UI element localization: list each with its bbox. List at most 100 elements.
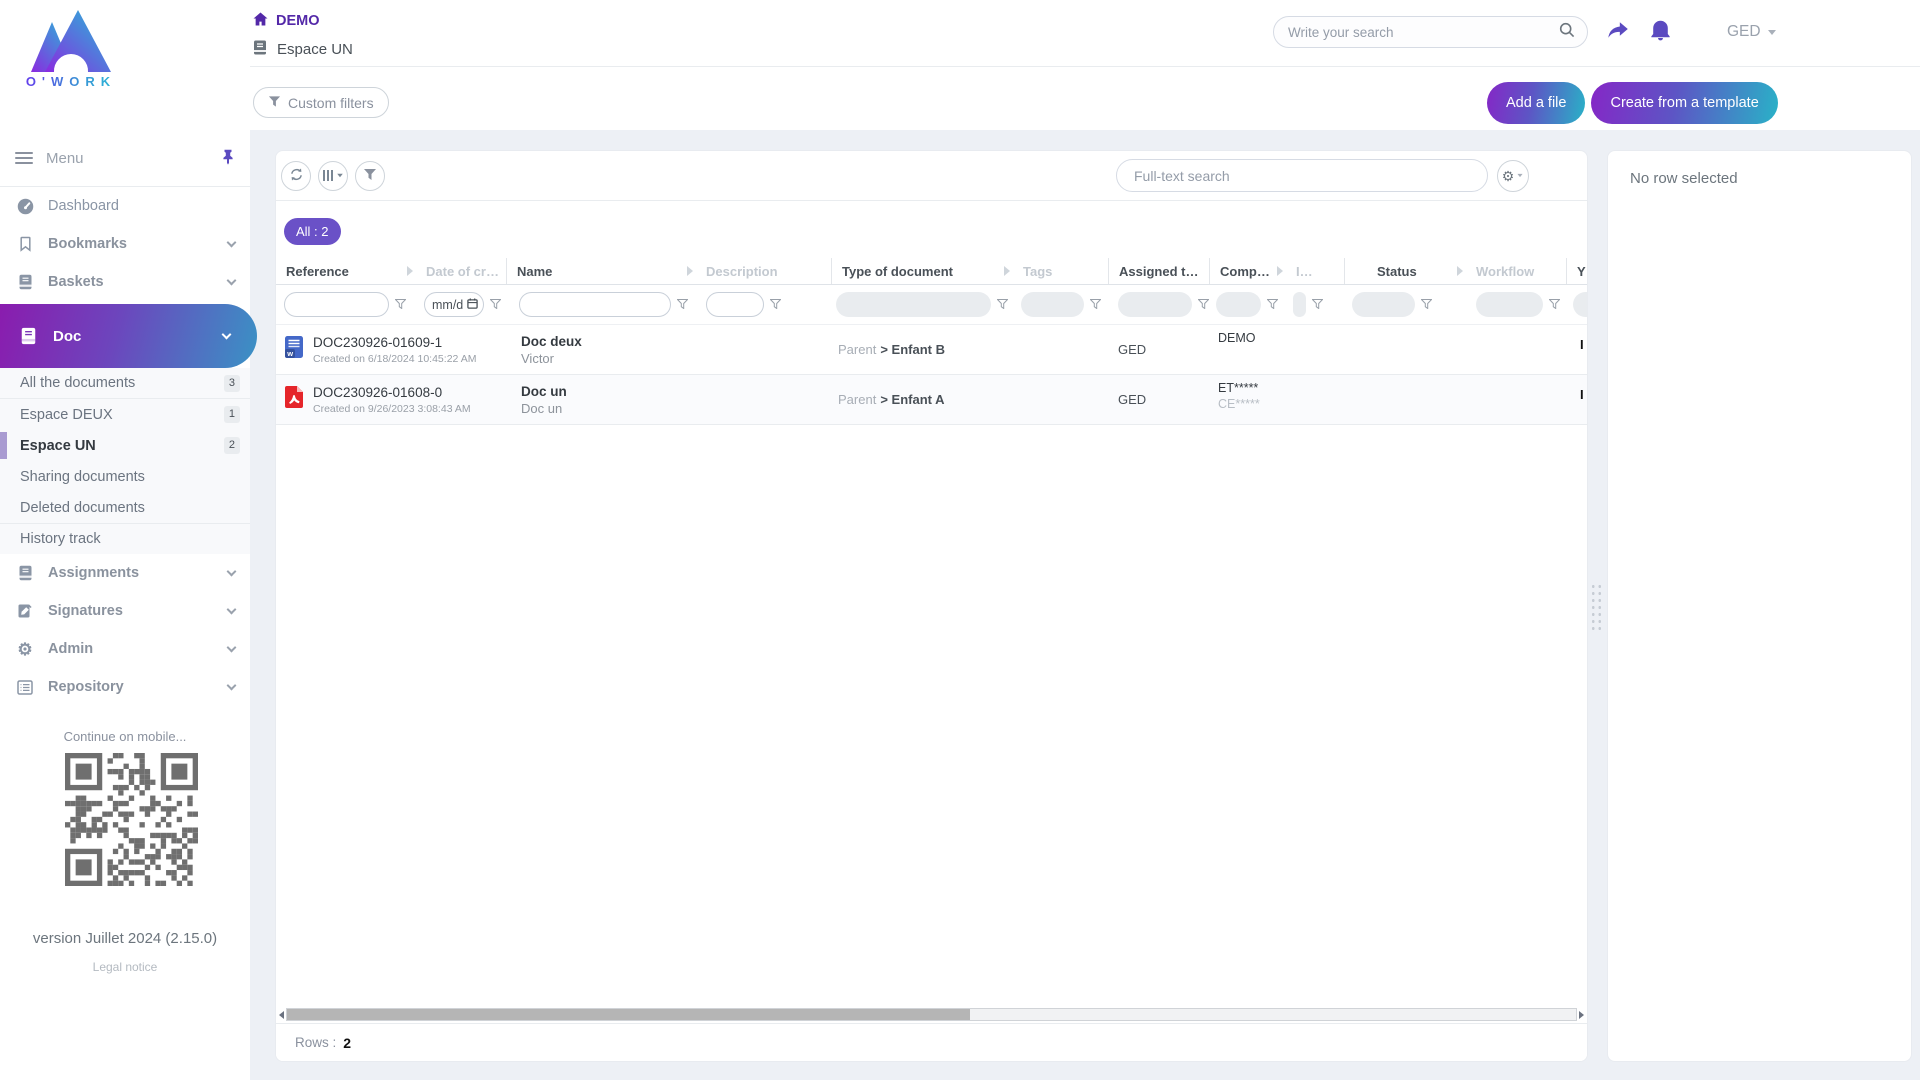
chevron-down-icon bbox=[226, 680, 237, 691]
sidebar-item-history-track[interactable]: History track bbox=[0, 523, 250, 554]
table-settings-button[interactable]: ⚙ bbox=[1497, 159, 1529, 192]
bookmark-icon bbox=[15, 236, 35, 252]
table-row[interactable]: w DOC230926-01609-1 Created on 6/18/2024… bbox=[276, 325, 1587, 375]
funnel-outline-icon[interactable] bbox=[676, 296, 689, 314]
sidebar-item-signatures[interactable]: Signatures bbox=[0, 592, 250, 630]
sort-arrow-icon[interactable] bbox=[1277, 266, 1283, 276]
doc-subtitle-label: Victor bbox=[521, 350, 554, 366]
breadcrumb-root[interactable]: DEMO bbox=[253, 12, 353, 30]
list-box-icon bbox=[15, 679, 35, 695]
scrollbar-thumb[interactable] bbox=[287, 1009, 971, 1020]
qr-code bbox=[65, 753, 198, 886]
refresh-button[interactable] bbox=[281, 160, 311, 191]
sidebar-item-dashboard[interactable]: Dashboard bbox=[0, 187, 250, 225]
chevron-down-icon bbox=[1517, 173, 1523, 178]
sidebar-item-sharing-documents[interactable]: Sharing documents bbox=[0, 461, 250, 492]
sidebar-menu-row: Menu bbox=[0, 130, 250, 187]
funnel-outline-icon[interactable] bbox=[1311, 296, 1324, 314]
filter-input-reference[interactable] bbox=[284, 292, 389, 317]
column-header-assigned[interactable]: Assigned t… bbox=[1108, 258, 1209, 284]
column-header-workflow[interactable]: Workflow bbox=[1466, 258, 1566, 284]
column-header-name[interactable]: Name bbox=[506, 258, 696, 284]
type-cell: Parent > Enfant A bbox=[831, 375, 1013, 424]
app-logo[interactable]: O'WORK bbox=[16, 10, 126, 89]
add-file-button[interactable]: Add a file bbox=[1487, 82, 1586, 124]
custom-filters-button[interactable]: Custom filters bbox=[253, 87, 389, 118]
doc-name-label: Doc deux bbox=[521, 333, 582, 349]
scroll-left-arrow-icon[interactable] bbox=[279, 1010, 284, 1019]
funnel-outline-icon[interactable] bbox=[1266, 296, 1279, 314]
filter-select-tags[interactable] bbox=[1021, 292, 1084, 317]
table-footer: Rows : 2 bbox=[276, 1006, 1587, 1061]
create-from-template-button[interactable]: Create from a template bbox=[1591, 82, 1778, 124]
table-row[interactable]: DOC230926-01608-0 Created on 9/26/2023 3… bbox=[276, 375, 1587, 425]
filter-select-status[interactable] bbox=[1352, 292, 1415, 317]
column-header-y[interactable]: Y… bbox=[1566, 258, 1587, 284]
column-header-status[interactable]: Status bbox=[1344, 258, 1466, 284]
hamburger-icon[interactable] bbox=[15, 149, 33, 167]
all-count-badge[interactable]: All : 2 bbox=[284, 218, 341, 245]
filter-select-assigned[interactable] bbox=[1118, 292, 1192, 317]
sort-arrow-icon[interactable] bbox=[407, 266, 413, 276]
columns-button[interactable] bbox=[318, 160, 348, 191]
sidebar-item-admin[interactable]: ⚙ Admin bbox=[0, 630, 250, 668]
search-icon[interactable] bbox=[1559, 22, 1575, 43]
panel-resize-handle[interactable] bbox=[1589, 582, 1602, 632]
filter-input-description[interactable] bbox=[706, 292, 764, 317]
scroll-right-arrow-icon[interactable] bbox=[1579, 1010, 1584, 1019]
legal-notice-link[interactable]: Legal notice bbox=[0, 960, 250, 974]
sidebar-item-doc[interactable]: Doc bbox=[0, 304, 257, 368]
horizontal-scrollbar[interactable] bbox=[276, 1006, 1587, 1024]
path-separator: > bbox=[880, 342, 888, 357]
sidebar-item-all-documents[interactable]: All the documents 3 bbox=[0, 368, 250, 399]
filter-select-company[interactable] bbox=[1216, 292, 1261, 317]
scrollbar-track[interactable] bbox=[286, 1008, 1577, 1021]
app-header: O'WORK DEMO Espace UN GED bbox=[0, 0, 1920, 130]
funnel-outline-icon[interactable] bbox=[394, 296, 407, 314]
funnel-outline-icon[interactable] bbox=[769, 296, 782, 314]
column-header-type[interactable]: Type of document bbox=[831, 258, 1013, 284]
funnel-outline-icon[interactable] bbox=[1420, 296, 1433, 314]
calendar-icon bbox=[467, 298, 478, 312]
filter-date-created[interactable]: mm/d bbox=[424, 292, 484, 317]
submenu-item-label: Sharing documents bbox=[20, 468, 145, 485]
name-cell: Doc un Doc un bbox=[506, 375, 696, 424]
type-child-label: Enfant B bbox=[891, 342, 945, 357]
sort-arrow-icon[interactable] bbox=[687, 266, 693, 276]
column-header-company[interactable]: Comp… bbox=[1209, 258, 1286, 284]
funnel-outline-icon[interactable] bbox=[489, 296, 502, 314]
filter-select-i[interactable] bbox=[1293, 292, 1306, 317]
funnel-outline-icon[interactable] bbox=[996, 296, 1009, 314]
sidebar-item-bookmarks[interactable]: Bookmarks bbox=[0, 225, 250, 263]
sidebar-item-baskets[interactable]: Baskets bbox=[0, 263, 250, 301]
share-button[interactable] bbox=[1607, 21, 1629, 43]
mobile-hint: Continue on mobile... bbox=[63, 729, 187, 744]
filter-select-type[interactable] bbox=[836, 292, 991, 317]
funnel-outline-icon[interactable] bbox=[1548, 296, 1561, 314]
fulltext-search-input[interactable] bbox=[1132, 166, 1472, 185]
assigned-label: GED bbox=[1118, 392, 1147, 407]
sidebar-item-espace-deux[interactable]: Espace DEUX 1 bbox=[0, 399, 250, 430]
chevron-down-icon bbox=[1767, 29, 1776, 35]
pin-sidebar-button[interactable] bbox=[221, 149, 235, 168]
funnel-outline-icon[interactable] bbox=[1089, 296, 1102, 314]
sort-arrow-icon[interactable] bbox=[1457, 266, 1463, 276]
column-header-date[interactable]: Date of cr… bbox=[416, 258, 506, 284]
sort-arrow-icon[interactable] bbox=[1004, 266, 1010, 276]
funnel-outline-icon[interactable] bbox=[1197, 296, 1210, 314]
sidebar-item-deleted-documents[interactable]: Deleted documents bbox=[0, 492, 250, 523]
user-menu[interactable]: GED bbox=[1727, 23, 1776, 41]
filter-select-workflow[interactable] bbox=[1476, 292, 1543, 317]
column-header-description[interactable]: Description bbox=[696, 258, 831, 284]
filters-button[interactable] bbox=[355, 160, 385, 191]
sidebar-item-assignments[interactable]: Assignments bbox=[0, 554, 250, 592]
sidebar-item-repository[interactable]: Repository bbox=[0, 668, 250, 706]
sidebar-item-espace-un[interactable]: Espace UN 2 bbox=[0, 430, 250, 461]
filter-input-name[interactable] bbox=[519, 292, 671, 317]
column-header-reference[interactable]: Reference bbox=[276, 258, 416, 284]
global-search-input[interactable] bbox=[1286, 23, 1559, 41]
column-header-i[interactable]: I… bbox=[1286, 258, 1344, 284]
column-header-tags[interactable]: Tags bbox=[1013, 258, 1108, 284]
notifications-button[interactable] bbox=[1650, 19, 1671, 44]
filter-select-y[interactable] bbox=[1573, 292, 1587, 317]
